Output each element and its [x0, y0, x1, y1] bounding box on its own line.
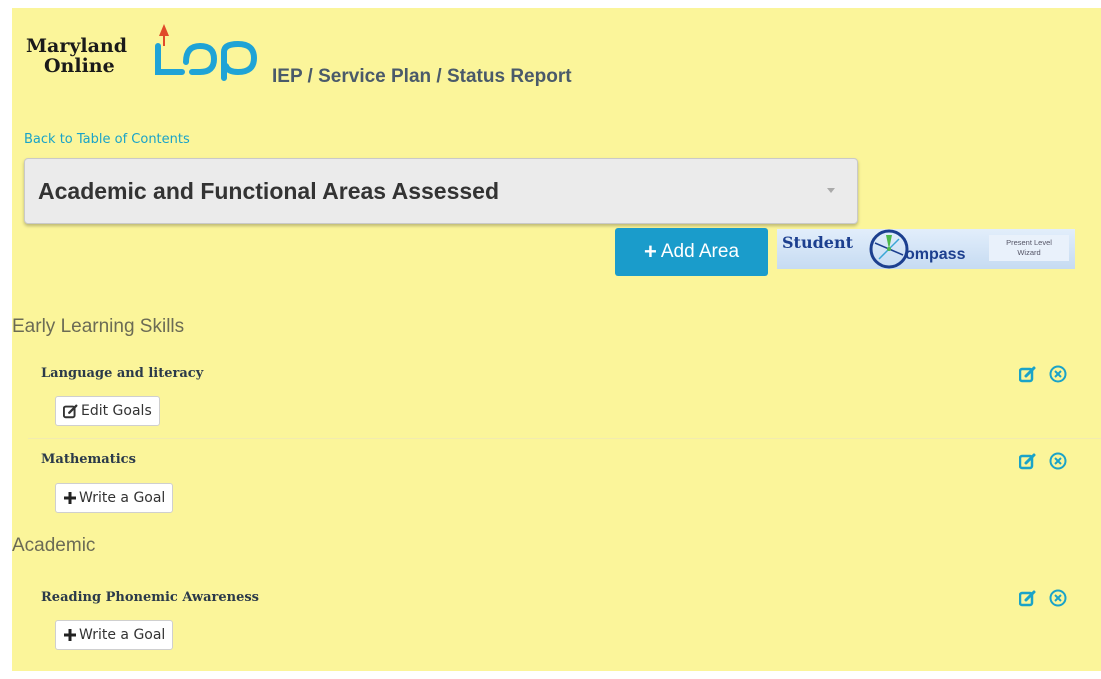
write-goal-button[interactable]: Write a Goal — [55, 620, 174, 650]
plus-icon — [64, 492, 76, 504]
remove-icon[interactable] — [1049, 589, 1067, 612]
write-goal-label: Write a Goal — [79, 627, 166, 643]
remove-icon[interactable] — [1049, 365, 1067, 388]
area-name: Mathematics — [41, 452, 136, 467]
logo-line-1: Maryland — [26, 35, 128, 57]
area-select[interactable]: Academic and Functional Areas Assessed — [24, 158, 858, 224]
row-divider — [28, 438, 1101, 439]
write-goal-button[interactable]: Write a Goal — [55, 483, 174, 513]
category-title: Academic — [12, 535, 96, 556]
area-name: Language and literacy — [41, 366, 204, 381]
logo-text: Maryland Online — [26, 36, 127, 76]
edit-icon[interactable] — [1018, 589, 1037, 612]
edit-icon[interactable] — [1018, 452, 1037, 475]
edit-goals-button[interactable]: Edit Goals — [55, 396, 160, 426]
category-title: Early Learning Skills — [12, 316, 185, 337]
remove-icon[interactable] — [1049, 452, 1067, 475]
area-select-value: Academic and Functional Areas Assessed — [38, 178, 500, 204]
chevron-down-icon — [827, 188, 835, 193]
write-goal-label: Write a Goal — [79, 490, 166, 506]
add-area-label: Add Area — [660, 241, 740, 262]
student-compass-button[interactable]: Student ompass Present Level Wizard — [777, 229, 1075, 269]
edit-goals-label: Edit Goals — [81, 403, 152, 419]
compass-icon — [869, 229, 909, 269]
back-to-toc-link[interactable]: Back to Table of Contents — [24, 132, 190, 147]
plus-icon — [64, 629, 76, 641]
area-name: Reading Phonemic Awareness — [41, 590, 260, 605]
present-level-wizard-label: Present Level Wizard — [989, 235, 1069, 261]
app-title: IEP / Service Plan / Status Report — [272, 66, 572, 87]
compass-word-ompass: ompass — [905, 246, 966, 263]
main-panel: Maryland Online IEP / Service Plan / Sta… — [12, 8, 1101, 671]
logo-line-2: Online — [44, 55, 115, 77]
add-area-button[interactable]: + Add Area — [615, 228, 768, 276]
edit-icon — [63, 404, 78, 419]
edit-icon[interactable] — [1018, 365, 1037, 388]
iep-logo-icon — [155, 24, 258, 81]
plus-icon: + — [643, 239, 657, 264]
compass-word-student: Student — [782, 233, 853, 252]
